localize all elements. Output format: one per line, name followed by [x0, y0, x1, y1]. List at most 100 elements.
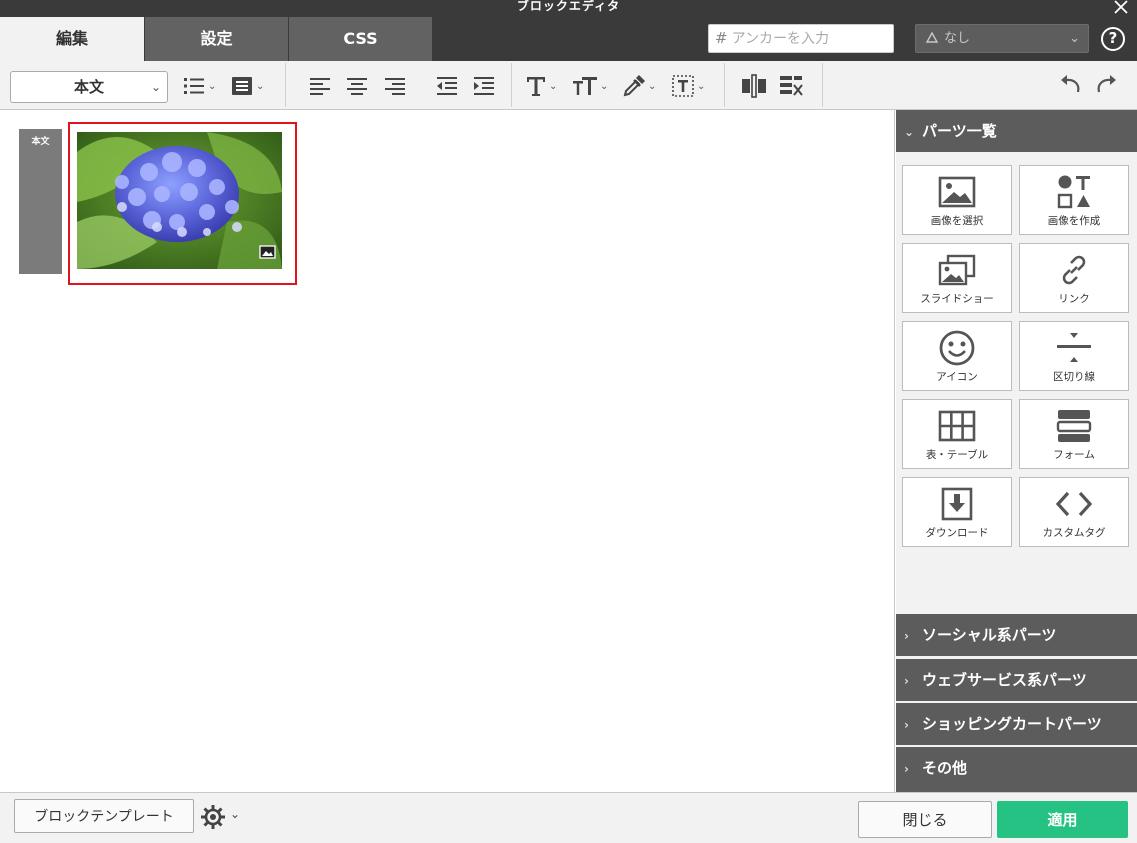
text-color-button[interactable]: ⌄	[622, 73, 656, 99]
parts-list-header[interactable]: ⌄ パーツ一覧	[896, 110, 1137, 152]
close-button[interactable]: 閉じる	[858, 801, 992, 838]
part-label: 画像を作成	[1047, 215, 1101, 227]
indent-icon	[474, 77, 494, 95]
clear-format-button[interactable]	[778, 73, 804, 99]
window-title: ブロックエディタ	[516, 0, 621, 13]
selected-image-block[interactable]	[68, 122, 297, 285]
section-label: ウェブサービス系パーツ	[922, 671, 1087, 689]
part-form[interactable]: フォーム	[1019, 399, 1129, 469]
format-toolbar: 本文 ⌄ ⌄ ⌄ ⌄ ⌄ ⌄ ⌄	[0, 61, 1137, 110]
font-size-icon	[573, 77, 597, 95]
clear-format-icon	[780, 76, 803, 96]
class-select[interactable]: なし ⌄	[915, 24, 1089, 53]
table-icon	[903, 406, 1011, 446]
help-icon[interactable]: ?	[1101, 27, 1125, 51]
gear-icon[interactable]	[200, 804, 226, 834]
triangle-nodes-icon	[925, 31, 939, 43]
section-webservice-parts[interactable]: › ウェブサービス系パーツ	[896, 659, 1137, 701]
anchor-input[interactable]	[731, 31, 882, 47]
indent-button[interactable]	[472, 73, 496, 99]
hash-icon: #	[715, 29, 728, 47]
code-icon	[1020, 484, 1128, 524]
part-label: フォーム	[1053, 449, 1095, 461]
part-label: 画像を選択	[930, 215, 984, 227]
align-left-button[interactable]	[308, 73, 332, 99]
section-label: ソーシャル系パーツ	[922, 626, 1057, 644]
editor-canvas[interactable]: 本文	[0, 110, 895, 792]
download-icon	[903, 484, 1011, 524]
image-select-icon	[903, 172, 1011, 212]
tab-edit[interactable]: 編集	[0, 17, 144, 61]
chevron-right-icon: ›	[904, 674, 909, 688]
section-social-parts[interactable]: › ソーシャル系パーツ	[896, 614, 1137, 656]
part-download[interactable]: ダウンロード	[902, 477, 1012, 547]
section-other[interactable]: › その他	[896, 747, 1137, 792]
divider-icon	[1020, 328, 1128, 368]
part-custom-tag[interactable]: カスタムタグ	[1019, 477, 1129, 547]
bullet-list-button[interactable]: ⌄	[182, 73, 216, 99]
class-select-value: なし	[944, 31, 971, 46]
text-style-button[interactable]: ⌄	[525, 73, 557, 99]
chevron-down-icon: ⌄	[600, 80, 609, 92]
text-box-icon	[672, 75, 694, 97]
part-select-image[interactable]: 画像を選択	[902, 165, 1012, 235]
chevron-down-icon: ⌄	[150, 80, 161, 94]
part-table[interactable]: 表・テーブル	[902, 399, 1012, 469]
part-label: カスタムタグ	[1042, 527, 1106, 539]
toolbar-divider	[511, 63, 512, 107]
part-label: スライドショー	[920, 293, 994, 305]
block-template-button[interactable]: ブロックテンプレート	[14, 799, 194, 833]
part-label: ダウンロード	[925, 527, 989, 539]
footer-bar: ブロックテンプレート ⌄ 閉じる 適用	[0, 792, 1137, 843]
redo-button[interactable]	[1095, 73, 1119, 99]
block-format-button[interactable]: ⌄	[230, 73, 264, 99]
chevron-down-icon: ⌄	[697, 80, 706, 92]
section-shopping-cart-parts[interactable]: › ショッピングカートパーツ	[896, 703, 1137, 745]
parts-list-title: パーツ一覧	[922, 122, 997, 140]
outdent-button[interactable]	[435, 73, 459, 99]
font-size-button[interactable]: ⌄	[572, 73, 608, 99]
part-label: 表・テーブル	[925, 449, 989, 461]
toolbar-divider	[724, 63, 725, 107]
eyedropper-icon	[623, 75, 645, 97]
slideshow-icon	[903, 250, 1011, 290]
paragraph-style-value: 本文	[73, 78, 104, 96]
section-label: ショッピングカートパーツ	[922, 715, 1102, 733]
toolbar-divider	[822, 63, 823, 107]
chevron-down-icon: ⌄	[1069, 31, 1080, 46]
align-right-button[interactable]	[383, 73, 407, 99]
tab-settings[interactable]: 設定	[145, 17, 288, 61]
block-type-label[interactable]: 本文	[19, 129, 62, 274]
part-icon[interactable]: アイコン	[902, 321, 1012, 391]
part-create-image[interactable]: 画像を作成	[1019, 165, 1129, 235]
chevron-down-icon: ⌄	[208, 80, 217, 92]
text-frame-button[interactable]: ⌄	[671, 73, 705, 99]
text-t-icon	[527, 77, 545, 96]
anchor-field[interactable]: #	[708, 24, 894, 53]
chevron-right-icon: ›	[904, 629, 909, 643]
chevron-right-icon: ›	[904, 718, 909, 732]
tab-css[interactable]: CSS	[289, 17, 432, 61]
chevron-down-icon: ⌄	[256, 80, 265, 92]
bullet-list-icon	[184, 78, 204, 94]
chevron-down-icon: ⌄	[904, 125, 915, 139]
chevron-down-icon: ⌄	[549, 80, 558, 92]
part-link[interactable]: リンク	[1019, 243, 1129, 313]
title-bar: ブロックエディタ 編集 設定 CSS # なし ⌄ ?	[0, 0, 1137, 61]
close-window-icon[interactable]	[1111, 0, 1131, 16]
apply-button[interactable]: 適用	[997, 801, 1128, 838]
part-label: リンク	[1058, 293, 1090, 305]
chevron-down-icon: ⌄	[648, 80, 657, 92]
undo-icon	[1061, 75, 1080, 93]
align-center-button[interactable]	[345, 73, 369, 99]
smiley-icon	[903, 328, 1011, 368]
undo-button[interactable]	[1058, 73, 1082, 99]
form-icon	[1020, 406, 1128, 446]
part-divider[interactable]: 区切り線	[1019, 321, 1129, 391]
chevron-down-icon[interactable]: ⌄	[230, 807, 240, 821]
shapes-icon	[1020, 172, 1128, 212]
paragraph-style-select[interactable]: 本文 ⌄	[10, 71, 168, 103]
hydrangea-image[interactable]	[77, 132, 282, 269]
column-split-button[interactable]	[741, 73, 767, 99]
part-slideshow[interactable]: スライドショー	[902, 243, 1012, 313]
